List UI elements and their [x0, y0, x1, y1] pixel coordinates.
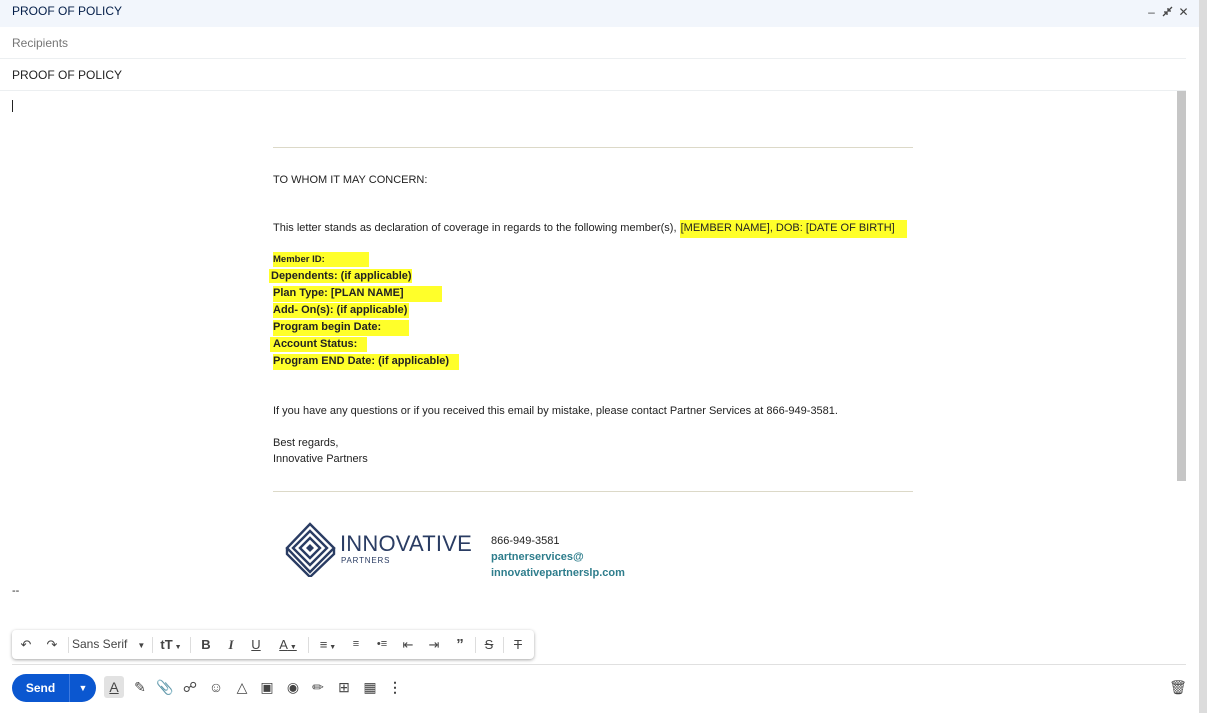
chevron-down-icon: ▼: [78, 683, 88, 693]
photo-icon[interactable]: ▣: [257, 676, 277, 698]
field-account-status: Account Status:: [270, 337, 368, 352]
exit-fullscreen-icon[interactable]: [1160, 3, 1175, 21]
bold-icon[interactable]: B: [197, 630, 215, 659]
indent-more-icon[interactable]: ⇥: [425, 630, 443, 659]
text-color-icon[interactable]: A ▼: [274, 630, 302, 659]
letter-intro: This letter stands as declaration of cov…: [273, 222, 677, 234]
bulleted-list-icon[interactable]: •≡: [373, 630, 391, 659]
contact-email-line2[interactable]: innovativepartnerslp.com: [491, 567, 625, 579]
text-caret: [12, 100, 13, 112]
letter-intro-line: This letter stands as declaration of cov…: [273, 220, 907, 238]
schedule-icon[interactable]: ▦: [360, 676, 380, 698]
field-dependents: Dependents: (if applicable): [269, 269, 412, 283]
subject-row[interactable]: PROOF OF POLICY: [0, 59, 1186, 91]
more-options-icon[interactable]: ⋮: [385, 676, 405, 698]
background-edge: [1199, 0, 1207, 713]
logo-mark-icon: [285, 522, 336, 579]
field-add-ons: Add- On(s): (if applicable): [273, 303, 410, 318]
send-options-button[interactable]: ▼: [69, 674, 96, 702]
letter-closing: Best regards,: [273, 437, 339, 449]
logo-subtitle: PARTNERS: [341, 556, 391, 565]
contact-email-line1[interactable]: partnerservices@: [491, 551, 584, 563]
font-family-label: Sans Serif: [72, 637, 128, 651]
link-icon[interactable]: ☍: [180, 676, 200, 698]
formatting-toolbar: ↶ ↷ Sans Serif ▼ tT ▼ B I U A ▼ ≡ ▼ ≡ •≡ …: [12, 630, 534, 659]
discard-trash-icon[interactable]: 🗑: [1168, 676, 1188, 698]
minimize-icon[interactable]: –: [1144, 3, 1159, 21]
attach-icon[interactable]: 📎: [155, 676, 175, 698]
strikethrough-icon[interactable]: S: [480, 630, 498, 659]
send-button-group: Send ▼: [12, 674, 96, 702]
emoji-icon[interactable]: ☺: [206, 676, 226, 698]
letter-top-rule: [273, 147, 913, 148]
underline-icon[interactable]: U: [247, 630, 265, 659]
redo-icon[interactable]: ↷: [43, 630, 61, 659]
chevron-down-icon: ▼: [137, 641, 146, 650]
ai-write-icon[interactable]: ✎: [130, 676, 150, 698]
letter-questions: If you have any questions or if you rece…: [273, 405, 838, 417]
indent-less-icon[interactable]: ⇤: [399, 630, 417, 659]
remove-formatting-icon[interactable]: T: [509, 630, 527, 659]
recipients-field[interactable]: Recipients: [12, 36, 68, 50]
contact-phone: 866-949-3581: [491, 535, 560, 547]
font-family-select[interactable]: Sans Serif ▼: [72, 630, 150, 659]
compose-window: PROOF OF POLICY – ✕ Recipients PROOF OF …: [0, 0, 1199, 713]
letter-signature: Innovative Partners: [273, 453, 368, 465]
letter-bottom-rule: [273, 491, 913, 492]
numbered-list-icon[interactable]: ≡: [347, 630, 365, 659]
align-icon[interactable]: ≡ ▼: [314, 630, 342, 659]
quote-icon[interactable]: ”: [451, 630, 469, 659]
undo-icon[interactable]: ↶: [17, 630, 35, 659]
field-end-date: Program END Date: (if applicable): [273, 354, 460, 370]
recipients-row[interactable]: Recipients: [0, 27, 1186, 59]
confidential-lock-icon[interactable]: ◉: [283, 676, 303, 698]
member-placeholder: [MEMBER NAME], DOB: [DATE OF BIRTH]: [679, 220, 907, 238]
drive-icon[interactable]: △: [232, 676, 252, 698]
send-button[interactable]: Send: [12, 674, 69, 702]
field-begin-date: Program begin Date:: [273, 320, 410, 336]
field-member-id: Member ID:: [273, 252, 369, 267]
field-plan-type: Plan Type: [PLAN NAME]: [273, 286, 442, 302]
body-scrollbar[interactable]: [1177, 91, 1186, 481]
logo-name: INNOVATIVE: [340, 531, 472, 556]
template-icon[interactable]: ⊞: [334, 676, 354, 698]
italic-icon[interactable]: I: [222, 630, 240, 659]
signature-icon[interactable]: ✏: [308, 676, 328, 698]
close-icon[interactable]: ✕: [1176, 3, 1191, 21]
bottom-divider: [12, 664, 1186, 665]
compose-titlebar[interactable]: PROOF OF POLICY – ✕: [0, 0, 1199, 27]
font-size-icon[interactable]: tT ▼: [157, 630, 185, 659]
letter-salutation: TO WHOM IT MAY CONCERN:: [273, 174, 428, 186]
subject-field[interactable]: PROOF OF POLICY: [12, 68, 122, 82]
signature-separator: --: [12, 585, 20, 597]
formatting-options-icon[interactable]: A: [104, 676, 124, 698]
compose-title: PROOF OF POLICY: [12, 4, 123, 18]
